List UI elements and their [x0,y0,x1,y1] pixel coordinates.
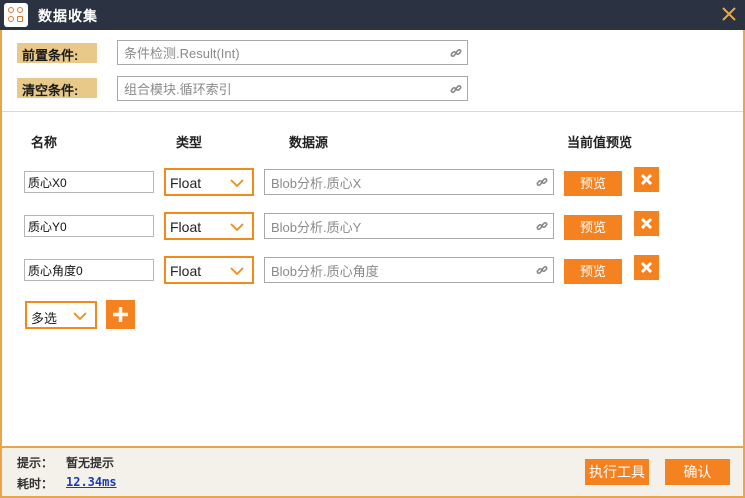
row-type-select[interactable]: Float [164,168,254,196]
close-icon[interactable] [719,4,739,24]
column-header-type: 类型 [176,135,203,150]
hint-value: 暂无提示 [66,456,115,470]
time-label: 耗时： [17,477,54,491]
row-name-input[interactable]: 质心Y0 [24,215,154,237]
link-icon[interactable] [445,77,467,100]
section-divider [2,111,743,112]
multi-select-dropdown[interactable]: 多选 [25,301,97,329]
link-icon[interactable] [531,258,553,282]
preview-button[interactable]: 预览 [564,171,622,196]
row-type-select[interactable]: Float [164,256,254,284]
row-source-value: Blob分析.质心角度 [271,263,379,279]
chevron-down-icon [230,223,244,232]
delete-icon[interactable] [634,255,659,280]
delete-icon[interactable] [634,211,659,236]
pre-condition-label: 前置条件: [17,43,97,63]
row-name-input[interactable]: 质心角度0 [24,259,154,281]
link-icon[interactable] [445,41,467,64]
clear-condition-label: 清空条件: [17,78,97,98]
hint-label: 提示： [17,456,54,470]
window-title: 数据收集 [38,8,98,24]
row-name-input[interactable]: 质心X0 [24,171,154,193]
run-tool-button[interactable]: 执行工具 [585,459,649,485]
chevron-down-icon [230,179,244,188]
clear-condition-field[interactable]: 组合模块.循环索引 [117,76,468,101]
pre-condition-placeholder: 条件检测.Result(Int) [124,46,240,61]
row-source-field[interactable]: Blob分析.质心角度 [264,257,554,283]
confirm-button[interactable]: 确认 [665,459,730,485]
chevron-down-icon [73,312,87,321]
row-source-value: Blob分析.质心Y [271,219,362,235]
link-icon[interactable] [531,170,553,194]
app-icon [4,3,28,27]
column-header-name: 名称 [31,135,58,150]
row-type-value: Float [170,219,202,235]
multi-select-value: 多选 [31,311,58,326]
link-icon[interactable] [531,214,553,238]
row-source-value: Blob分析.质心X [271,175,362,191]
row-type-select[interactable]: Float [164,212,254,240]
preview-button[interactable]: 预览 [564,259,622,284]
column-header-source: 数据源 [289,135,329,150]
clear-condition-placeholder: 组合模块.循环索引 [124,82,232,97]
chevron-down-icon [230,267,244,276]
column-header-preview: 当前值预览 [567,135,633,150]
row-type-value: Float [170,175,202,191]
row-source-field[interactable]: Blob分析.质心X [264,169,554,195]
time-value[interactable]: 12.34ms [66,475,117,489]
pre-condition-field[interactable]: 条件检测.Result(Int) [117,40,468,65]
preview-button[interactable]: 预览 [564,215,622,240]
row-source-field[interactable]: Blob分析.质心Y [264,213,554,239]
row-type-value: Float [170,263,202,279]
plus-icon[interactable] [106,300,135,329]
title-bar: 数据收集 [0,0,745,30]
delete-icon[interactable] [634,167,659,192]
